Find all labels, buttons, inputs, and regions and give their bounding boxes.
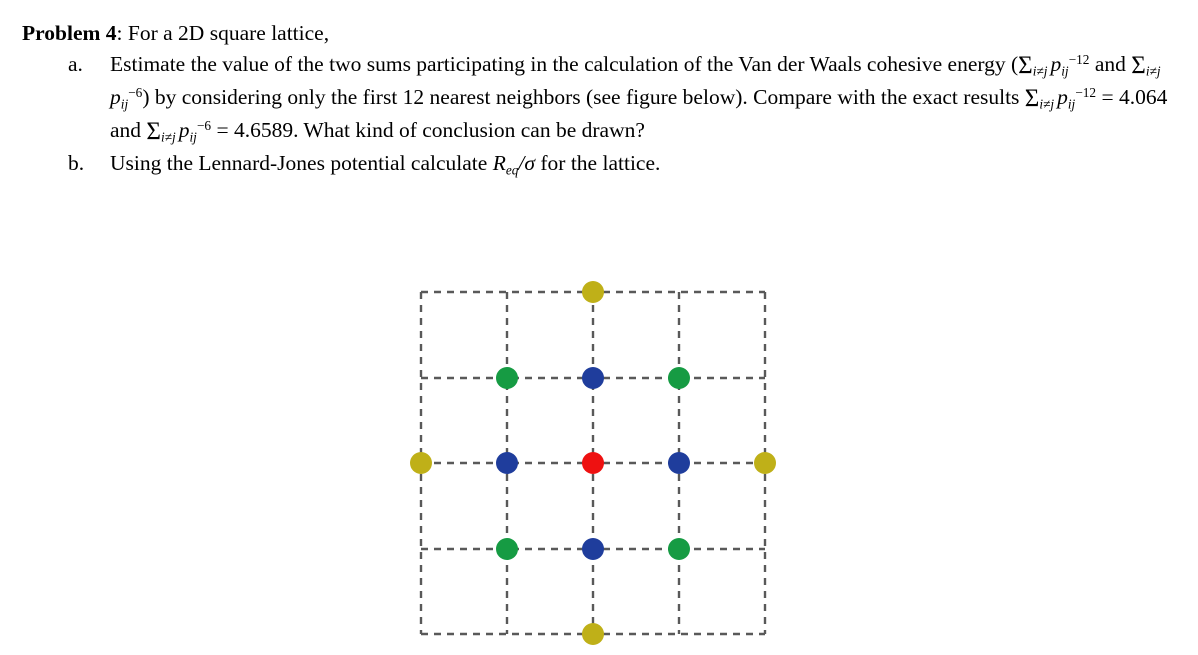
center-atom bbox=[582, 452, 604, 474]
p-term-1-exponent: −12 bbox=[1068, 52, 1090, 68]
problem-part-a: a. Estimate the value of the two sums pa… bbox=[22, 48, 1182, 147]
problem-label: Problem 4 bbox=[22, 21, 117, 45]
sigma-1-subscript: i≠j bbox=[1032, 63, 1048, 79]
p-term-1-subscript: ij bbox=[1061, 63, 1069, 79]
diagonal-bottom-left bbox=[496, 538, 518, 560]
p-term-1: p bbox=[1050, 52, 1062, 76]
p-term-4: p bbox=[178, 118, 190, 142]
part-a-text-3: ) by considering only the first 12 neare… bbox=[142, 85, 1025, 109]
sigma-3-subscript: i≠j bbox=[1039, 96, 1055, 112]
problem-parts-list: a. Estimate the value of the two sums pa… bbox=[22, 48, 1182, 180]
p-term-4-subscript: ij bbox=[189, 129, 197, 145]
sigma-4: Σ bbox=[146, 118, 161, 145]
sigma-2: Σ bbox=[1131, 52, 1146, 79]
part-b-text-1: Using the Lennard-Jones potential calcul… bbox=[110, 151, 493, 175]
sigma-3: Σ bbox=[1024, 85, 1040, 112]
part-a-body: Estimate the value of the two sums parti… bbox=[110, 52, 1167, 145]
problem-text-block: Problem 4: For a 2D square lattice, a. E… bbox=[22, 18, 1182, 180]
sigma-4-subscript: i≠j bbox=[160, 129, 176, 145]
diagonal-top-left bbox=[496, 367, 518, 389]
lattice-diagram bbox=[410, 281, 776, 645]
part-b-text-2: for the lattice. bbox=[535, 151, 661, 175]
sigma-symbol: σ bbox=[524, 151, 536, 175]
p-term-4-exponent: −6 bbox=[196, 118, 212, 134]
second-left bbox=[410, 452, 432, 474]
p-term-3: p bbox=[1057, 85, 1068, 109]
sigma-2-subscript: i≠j bbox=[1145, 63, 1161, 79]
r-symbol: R bbox=[492, 151, 506, 175]
problem-intro: : For a 2D square lattice, bbox=[116, 21, 330, 45]
list-marker-b: b. bbox=[68, 151, 85, 175]
diagonal-top-right bbox=[668, 367, 690, 389]
part-a-text-2: and bbox=[1089, 52, 1132, 76]
list-marker-a: a. bbox=[68, 52, 83, 76]
nearest-bottom bbox=[582, 538, 604, 560]
second-bottom bbox=[582, 623, 604, 645]
r-symbol-subscript: eq bbox=[505, 162, 519, 178]
problem-part-b: b. Using the Lennard-Jones potential cal… bbox=[22, 147, 1182, 180]
p-term-2: p bbox=[110, 85, 121, 109]
diagonal-bottom-right bbox=[668, 538, 690, 560]
nearest-left bbox=[496, 452, 518, 474]
nearest-right bbox=[668, 452, 690, 474]
second-top bbox=[582, 281, 604, 303]
p-term-2-exponent: −6 bbox=[128, 85, 143, 101]
p-term-3-exponent: −12 bbox=[1075, 85, 1097, 101]
sigma-1: Σ bbox=[1018, 52, 1033, 79]
part-b-body: Using the Lennard-Jones potential calcul… bbox=[110, 151, 661, 178]
nearest-top bbox=[582, 367, 604, 389]
second-right bbox=[754, 452, 776, 474]
part-a-text-1: Estimate the value of the two sums parti… bbox=[110, 52, 1019, 76]
lattice-figure bbox=[400, 268, 792, 650]
problem-title: Problem 4: For a 2D square lattice, bbox=[22, 18, 1182, 48]
part-a-text-5: = 4.6589. What kind of conclusion can be… bbox=[211, 118, 645, 142]
